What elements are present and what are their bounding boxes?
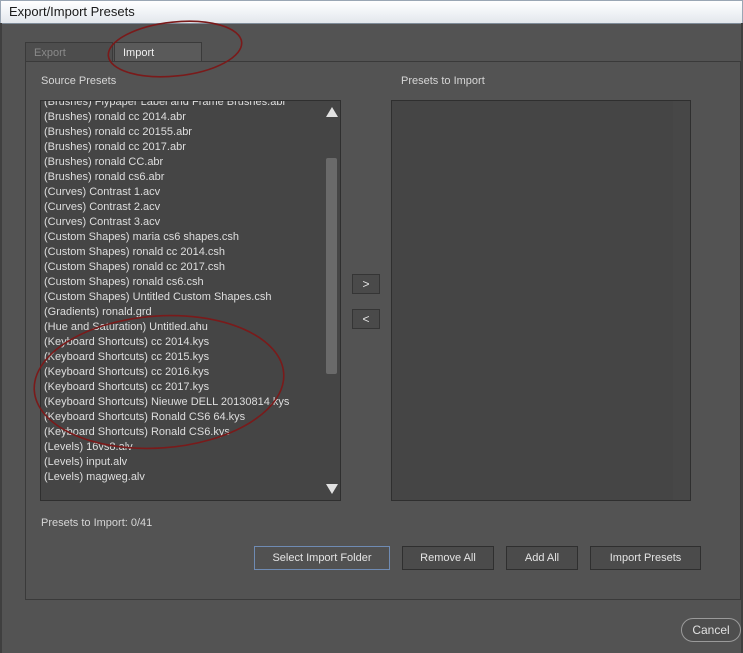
scroll-down-icon[interactable]	[326, 484, 338, 494]
annotation-circle-tab	[104, 14, 246, 80]
move-left-button[interactable]: <	[352, 309, 380, 329]
cancel-button[interactable]: Cancel	[681, 618, 741, 642]
list-item[interactable]: (Curves) Contrast 1.acv	[41, 185, 321, 200]
list-item[interactable]: (Brushes) ronald cc 2014.abr	[41, 110, 321, 125]
list-item[interactable]: (Custom Shapes) maria cs6 shapes.csh	[41, 230, 321, 245]
move-right-button[interactable]: >	[352, 274, 380, 294]
tab-export-presets[interactable]: Export Presets	[25, 42, 113, 79]
list-item[interactable]: (Levels) magweg.alv	[41, 470, 321, 485]
presets-to-import-label: Presets to Import	[401, 75, 485, 87]
list-item[interactable]: (Brushes) ronald CC.abr	[41, 155, 321, 170]
list-item[interactable]: (Custom Shapes) ronald cc 2014.csh	[41, 245, 321, 260]
import-presets-button[interactable]: Import Presets	[590, 546, 701, 570]
list-item[interactable]: (Levels) input.alv	[41, 455, 321, 470]
list-item[interactable]: (Brushes) ronald cs6.abr	[41, 170, 321, 185]
annotation-circle-keyboard-shortcuts	[28, 308, 290, 456]
remove-all-button[interactable]: Remove All	[402, 546, 494, 570]
window-frame-left	[0, 23, 2, 653]
list-item[interactable]: (Custom Shapes) ronald cs6.csh	[41, 275, 321, 290]
list-item[interactable]: (Curves) Contrast 3.acv	[41, 215, 321, 230]
presets-count-status: Presets to Import: 0/41	[41, 517, 153, 529]
list-item[interactable]: (Brushes) Flypaper Label and Frame Brush…	[41, 101, 321, 110]
add-all-button[interactable]: Add All	[506, 546, 578, 570]
list-item[interactable]: (Brushes) ronald cc 20155.abr	[41, 125, 321, 140]
list-item[interactable]: (Custom Shapes) Untitled Custom Shapes.c…	[41, 290, 321, 305]
scroll-thumb[interactable]	[326, 158, 337, 374]
list-item[interactable]: (Custom Shapes) ronald cc 2017.csh	[41, 260, 321, 275]
list-item[interactable]: (Curves) Contrast 2.acv	[41, 200, 321, 215]
source-list-scrollbar[interactable]	[323, 101, 340, 500]
list-item[interactable]: (Brushes) ronald cc 2017.abr	[41, 140, 321, 155]
presets-to-import-list[interactable]	[391, 100, 691, 501]
scroll-up-icon[interactable]	[326, 107, 338, 117]
select-import-folder-button[interactable]: Select Import Folder	[254, 546, 390, 570]
import-list-scrollbar	[673, 101, 690, 500]
